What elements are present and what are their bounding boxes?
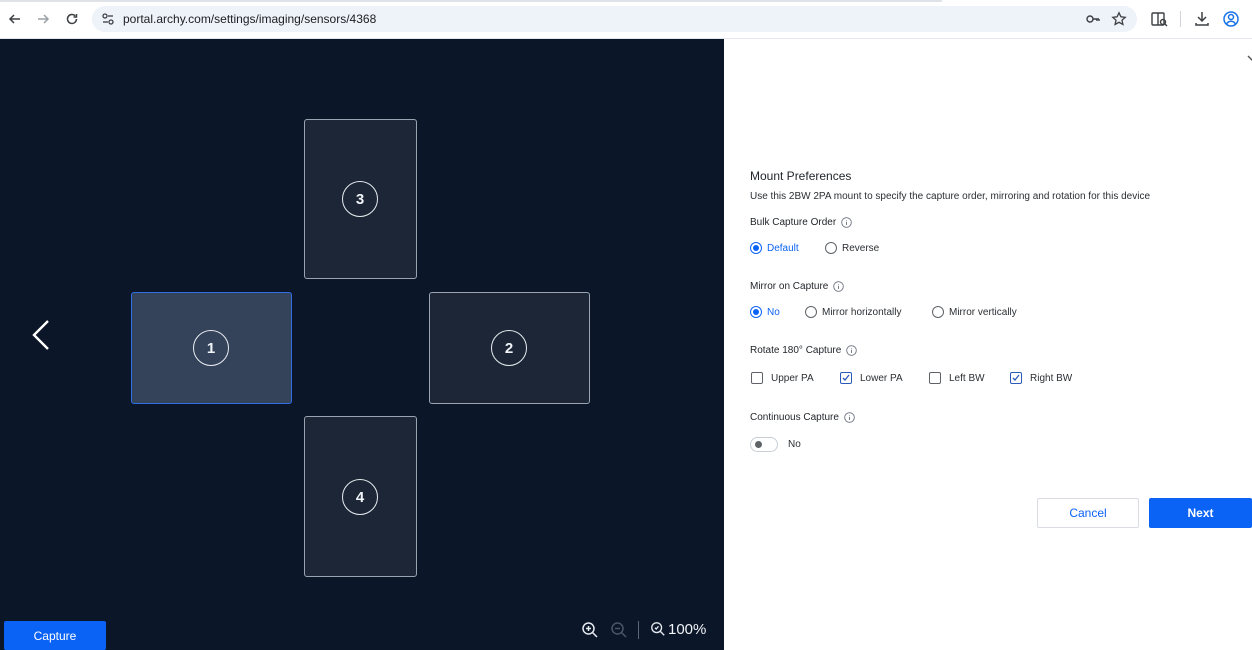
radio-label: Reverse (842, 242, 880, 254)
radio-button[interactable] (750, 242, 762, 254)
info-icon[interactable] (846, 345, 858, 356)
password-key-icon[interactable] (1085, 11, 1101, 27)
checkbox-upper-pa[interactable]: Upper PA (751, 372, 814, 384)
radio-label: Mirror horizontally (822, 306, 902, 318)
checkbox[interactable] (840, 372, 852, 384)
zoom-out-icon[interactable] (610, 621, 628, 639)
download-icon[interactable] (1193, 10, 1211, 28)
capture-button[interactable]: Capture (4, 621, 106, 650)
info-icon[interactable] (841, 217, 852, 228)
close-icon[interactable] (1246, 53, 1252, 69)
checkbox-lower-pa[interactable]: Lower PA (840, 372, 903, 384)
mount-slot-1[interactable]: 1 (131, 292, 292, 404)
checkbox[interactable] (1010, 372, 1022, 384)
mount-slot-3[interactable]: 3 (304, 119, 417, 279)
zoom-level: 100% (668, 621, 707, 638)
forward-icon[interactable] (32, 8, 54, 30)
section-label-text: Mirror on Capture (750, 281, 829, 292)
radio-button[interactable] (750, 306, 762, 318)
continuous-capture-toggle[interactable] (750, 437, 778, 452)
panel-subtitle: Use this 2BW 2PA mount to specify the ca… (750, 191, 1151, 202)
mirror-on-capture-label: Mirror on Capture (750, 281, 845, 292)
radio-mirror-horizontally[interactable]: Mirror horizontally (805, 306, 901, 318)
radio-button[interactable] (805, 306, 817, 318)
slot-number: 4 (342, 479, 378, 515)
section-label-text: Rotate 180° Capture (750, 345, 842, 356)
reload-icon[interactable] (61, 8, 83, 30)
zoom-in-icon[interactable] (581, 621, 599, 639)
site-settings-icon[interactable] (100, 11, 116, 27)
mount-preferences-panel: Mount Preferences Use this 2BW 2PA mount… (724, 39, 1252, 650)
checkbox[interactable] (929, 372, 941, 384)
radio-label: No (767, 306, 780, 318)
zoom-reset-icon[interactable] (650, 621, 666, 637)
toggle-state-label: No (788, 439, 801, 450)
radio-default[interactable]: Default (750, 242, 799, 254)
radio-mirror-no[interactable]: No (750, 306, 780, 318)
bulk-capture-order-label: Bulk Capture Order (750, 217, 852, 228)
address-bar[interactable]: portal.archy.com/settings/imaging/sensor… (92, 6, 1137, 32)
checkbox-label: Upper PA (771, 372, 814, 384)
checkbox-right-bw[interactable]: Right BW (1010, 372, 1072, 384)
section-label-text: Continuous Capture (750, 412, 839, 423)
info-icon[interactable] (844, 412, 855, 423)
radio-button[interactable] (932, 306, 944, 318)
slot-number: 3 (342, 181, 378, 217)
zoom-separator (638, 621, 639, 639)
radio-label: Default (767, 242, 799, 254)
checkbox[interactable] (751, 372, 763, 384)
checkbox-label: Left BW (949, 372, 985, 384)
continuous-capture-label: Continuous Capture (750, 412, 855, 423)
back-icon[interactable] (4, 8, 26, 30)
toolbar-separator (1180, 11, 1181, 27)
radio-reverse[interactable]: Reverse (825, 242, 879, 254)
radio-button[interactable] (825, 242, 837, 254)
toggle-knob (755, 441, 762, 448)
chevron-left-icon[interactable] (30, 318, 52, 352)
mount-slot-4[interactable]: 4 (304, 416, 417, 577)
tab-strip-edge (0, 0, 942, 2)
url-text[interactable]: portal.archy.com/settings/imaging/sensor… (123, 11, 376, 27)
slot-number: 1 (193, 330, 229, 366)
checkbox-label: Lower PA (860, 372, 903, 384)
radio-label: Mirror vertically (949, 306, 1017, 318)
reading-mode-icon[interactable] (1150, 10, 1168, 28)
browser-toolbar: portal.archy.com/settings/imaging/sensor… (0, 0, 1252, 39)
sensor-mount-viewer: 3 1 2 4 Capture 100% (0, 39, 724, 650)
cancel-button[interactable]: Cancel (1037, 498, 1139, 528)
next-button[interactable]: Next (1149, 498, 1252, 528)
mount-slot-2[interactable]: 2 (429, 292, 590, 404)
section-label-text: Bulk Capture Order (750, 217, 837, 228)
slot-number: 2 (491, 330, 527, 366)
checkbox-label: Right BW (1030, 372, 1073, 384)
info-icon[interactable] (833, 281, 845, 292)
checkbox-left-bw[interactable]: Left BW (929, 372, 985, 384)
panel-title: Mount Preferences (750, 169, 852, 183)
bookmark-star-icon[interactable] (1111, 11, 1127, 27)
radio-mirror-vertically[interactable]: Mirror vertically (932, 306, 1017, 318)
rotate-capture-label: Rotate 180° Capture (750, 345, 858, 356)
profile-icon[interactable] (1222, 10, 1240, 28)
